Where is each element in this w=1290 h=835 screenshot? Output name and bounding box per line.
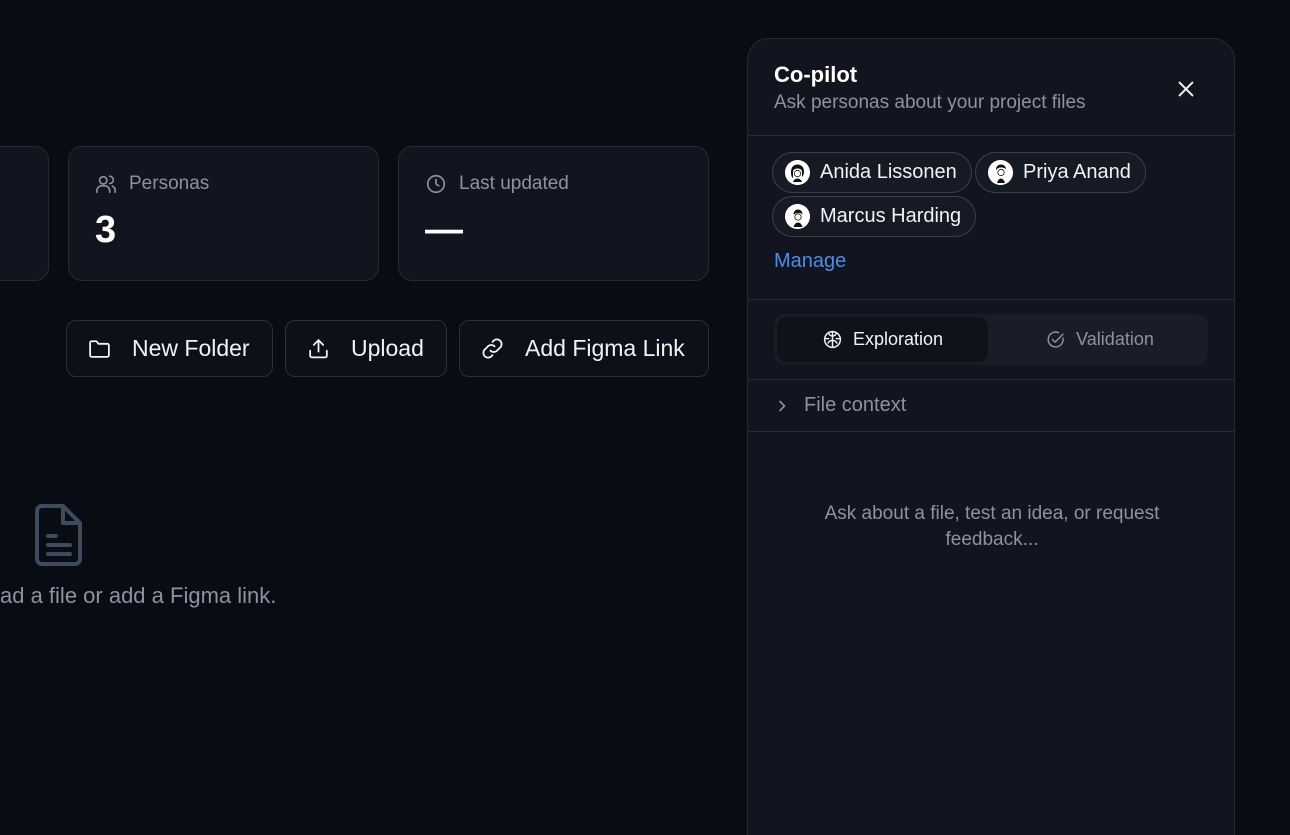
brain-icon [823,330,842,349]
avatar-illustration [988,160,1013,185]
stat-card-header: Last updated [425,173,569,195]
copilot-panel: Co-pilot Ask personas about your project… [747,38,1235,835]
mode-selector-section: Exploration Validation [748,300,1234,380]
chevron-right-icon [779,400,786,411]
file-context-label: File context [804,394,907,416]
users-icon [96,175,116,194]
new-folder-button[interactable]: New Folder [66,320,273,377]
empty-state-text: ad a file or add a Figma link. [0,583,277,608]
tab-validation[interactable]: Validation [994,317,1205,362]
add-figma-link-button[interactable]: Add Figma Link [459,320,709,377]
stat-label: Personas [129,173,210,194]
stat-value-personas: 3 [95,209,117,251]
persona-name: Anida Lissonen [820,161,957,183]
avatar [785,204,810,229]
stat-card-personas: Personas 3 [68,146,379,281]
file-context-toggle[interactable]: File context [748,380,1234,432]
stat-card-header: Personas [95,173,209,195]
close-icon [1178,81,1194,97]
copilot-title: Co-pilot [774,62,858,87]
upload-button[interactable]: Upload [285,320,447,377]
persona-name: Priya Anand [1023,161,1131,183]
new-folder-label: New Folder [132,335,250,361]
copilot-header: Co-pilot Ask personas about your project… [748,39,1234,136]
stat-card-partial [0,146,49,281]
tab-label: Exploration [852,329,944,349]
manage-personas-link[interactable]: Manage [774,250,846,273]
app-stage: Personas 3 Last updated — New Folder Upl… [0,0,1290,835]
upload-icon [309,339,328,359]
add-figma-link-label: Add Figma Link [525,335,685,361]
stat-card-last-updated: Last updated — [398,146,709,281]
persona-chip[interactable]: Anida Lissonen [772,152,972,193]
file-text-icon [35,504,82,566]
folder-icon [89,340,110,358]
stat-label: Last updated [459,173,569,194]
upload-label: Upload [351,335,424,361]
persona-chip[interactable]: Priya Anand [975,152,1146,193]
avatar-illustration [785,160,810,185]
avatar [988,160,1013,185]
persona-chip[interactable]: Marcus Harding [772,196,977,237]
close-button[interactable] [1170,73,1202,105]
persona-name: Marcus Harding [820,205,962,227]
tab-exploration[interactable]: Exploration [777,317,988,362]
persona-chips: Anida Lissonen Priya Anand Marcus Hardin… [748,136,1234,300]
avatar [785,160,810,185]
link-icon [482,338,503,359]
tab-label: Validation [1076,329,1154,349]
stat-value-last-updated: — [425,209,463,251]
copilot-subtitle: Ask personas about your project files [774,92,1086,113]
avatar-illustration [785,204,810,229]
clock-icon [426,174,446,194]
chat-empty-prompt: Ask about a file, test an idea, or reque… [824,503,1160,550]
mode-toggle: Exploration Validation [774,314,1208,365]
check-circle-icon [1047,331,1064,348]
